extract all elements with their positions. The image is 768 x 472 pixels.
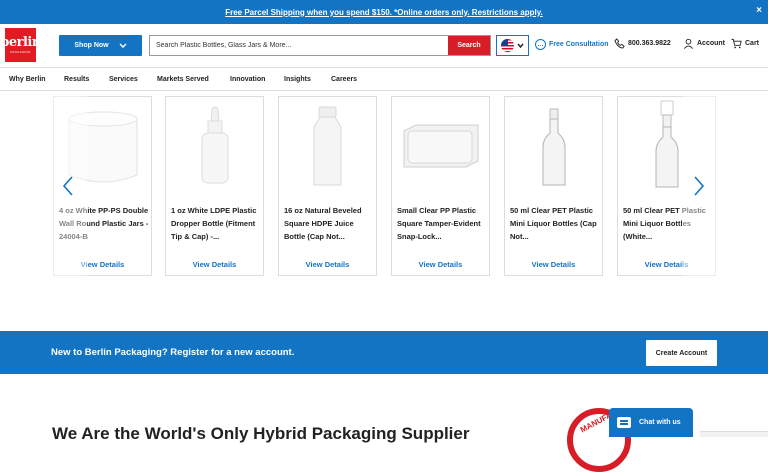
cart-icon: [731, 38, 742, 49]
search-input[interactable]: [150, 36, 448, 55]
nav-item-careers[interactable]: Careers: [331, 76, 357, 83]
carousel-next-icon[interactable]: [692, 175, 706, 197]
view-details-link[interactable]: View Details: [279, 260, 376, 269]
close-icon[interactable]: ×: [756, 5, 762, 16]
register-banner: New to Berlin Packaging? Register for a …: [0, 331, 768, 374]
nav-item-innovation[interactable]: Innovation: [230, 76, 265, 83]
view-details-link[interactable]: View Details: [166, 260, 263, 269]
logo-wordmark: berlin: [0, 35, 41, 50]
chat-bubble-icon: …: [535, 39, 546, 50]
us-flag-icon: [501, 39, 514, 52]
product-card[interactable]: 50 ml Clear PET Plastic Mini Liquor Bott…: [504, 96, 603, 276]
chat-widget-button[interactable]: Chat with us: [609, 408, 693, 437]
free-consultation-link[interactable]: … Free Consultation: [535, 39, 609, 50]
user-icon: [684, 38, 693, 49]
shop-now-button[interactable]: Shop Now: [59, 35, 142, 56]
shop-now-label: Shop Now: [74, 42, 109, 49]
account-label: Account: [697, 40, 725, 47]
berlin-logo[interactable]: berlin PACKAGING: [0, 28, 41, 62]
product-image: [542, 108, 566, 186]
product-title: 16 oz Natural Beveled Square HDPE Juice …: [284, 206, 362, 241]
register-text: New to Berlin Packaging? Register for a …: [51, 347, 295, 358]
hybrid-heading: We Are the World's Only Hybrid Packaging…: [52, 424, 470, 443]
account-link[interactable]: Account: [683, 38, 725, 49]
view-details-link[interactable]: View Details: [392, 260, 489, 269]
product-image: [313, 106, 342, 186]
logo-subtext: PACKAGING: [10, 50, 31, 54]
create-account-button[interactable]: Create Account: [646, 340, 717, 366]
product-card[interactable]: 16 oz Natural Beveled Square HDPE Juice …: [278, 96, 377, 276]
phone-link[interactable]: 800.363.9822: [614, 38, 671, 49]
product-card[interactable]: 1 oz White LDPE Plastic Dropper Bottle (…: [165, 96, 264, 276]
cart-label: Cart: [745, 40, 760, 47]
product-title: 1 oz White LDPE Plastic Dropper Bottle (…: [171, 206, 257, 241]
phone-icon: [614, 38, 625, 49]
carousel-prev-icon[interactable]: [61, 175, 75, 197]
site-header: berlin PACKAGING Shop Now Search … Free …: [0, 24, 768, 68]
nav-item-insights[interactable]: Insights: [284, 76, 311, 83]
chevron-down-icon: [119, 43, 127, 48]
phone-number: 800.363.9822: [628, 40, 671, 47]
chevron-down-icon: [517, 43, 524, 48]
chat-label: Chat with us: [639, 419, 681, 426]
country-selector[interactable]: [496, 35, 529, 56]
free-consultation-label: Free Consultation: [549, 41, 609, 48]
free-shipping-link[interactable]: Free Parcel Shipping when you spend $150…: [225, 8, 543, 17]
chat-icon: [617, 417, 631, 428]
nav-item-services[interactable]: Services: [109, 76, 138, 83]
nav-item-why-berlin[interactable]: Why Berlin: [9, 76, 46, 83]
product-title: Small Clear PP Plastic Square Tamper-Evi…: [397, 206, 481, 241]
nav-item-results[interactable]: Results: [64, 76, 89, 83]
product-image: [201, 106, 229, 184]
footer-edge: [700, 431, 768, 437]
cart-link[interactable]: Cart: [731, 38, 759, 49]
product-image: [403, 124, 479, 168]
search-bar: Search: [149, 35, 491, 56]
main-nav: Why Berlin Results Services Markets Serv…: [0, 69, 768, 91]
announcement-bar: Free Parcel Shipping when you spend $150…: [0, 0, 768, 24]
product-title: 50 ml Clear PET Plastic Mini Liquor Bott…: [510, 206, 597, 241]
view-details-link[interactable]: View Details: [505, 260, 602, 269]
product-card[interactable]: Small Clear PP Plastic Square Tamper-Evi…: [391, 96, 490, 276]
nav-item-markets-served[interactable]: Markets Served: [157, 76, 209, 83]
search-button[interactable]: Search: [448, 36, 490, 55]
